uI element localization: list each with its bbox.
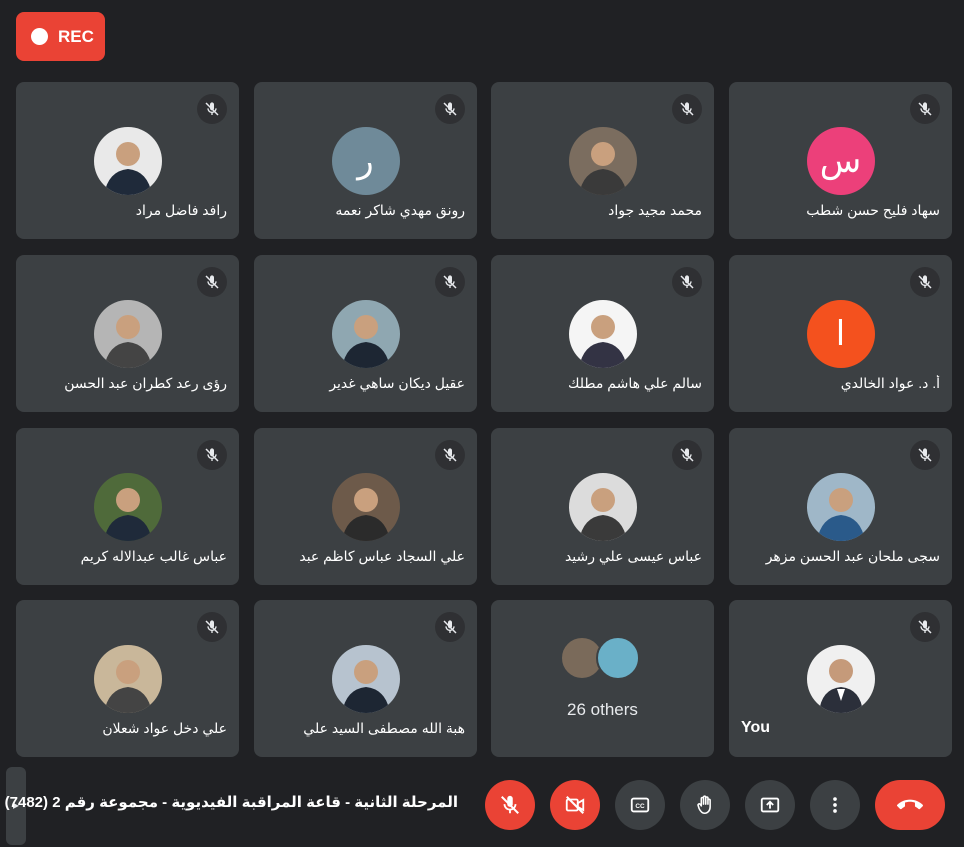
participant-tile[interactable]: سالم علي هاشم مطلك [491,255,714,412]
participant-name: سالم علي هاشم مطلك [567,375,702,391]
avatar [93,127,162,195]
participant-name: محمد مجيد جواد [608,202,702,218]
avatar-letter: ا [835,315,846,353]
avatar-letter: ر [357,142,374,180]
mic-muted-icon [435,612,465,642]
record-dot-icon [31,28,48,45]
participant-name: أ. د. عواد الخالدي [840,375,940,391]
call-end-icon [897,799,923,810]
present-screen-icon [760,797,780,813]
avatar [568,473,637,541]
mic-muted-icon [197,612,227,642]
mic-muted-icon [435,267,465,297]
avatar [806,473,875,541]
avatar [806,645,875,713]
mic-muted-icon [910,612,940,642]
mic-muted-icon [910,440,940,470]
participant-tile[interactable]: عباس عيسى علي رشيد [491,428,714,585]
avatar [331,300,400,368]
others-avatar-stack [558,636,648,682]
participant-name: عقيل ديكان ساهي غدير [329,375,465,391]
bottom-bar: ▸ المرحلة الثانية - قاعة المراقبة الفيدي… [0,765,964,847]
participant-name: رؤى رعد كطران عبد الحسن [64,375,227,391]
avatar [93,473,162,541]
raise-hand-icon [697,795,711,815]
mic-toggle-button[interactable] [485,780,535,830]
avatar [93,645,162,713]
mic-muted-icon [197,440,227,470]
participant-name: سجى ملحان عبد الحسن مزهر [765,548,940,564]
participant-tile[interactable]: عباس غالب عبدالاله كريم [16,428,239,585]
avatar [595,636,640,680]
participant-tile[interactable]: علي دخل عواد شعلان [16,600,239,757]
participant-name: عباس غالب عبدالاله كريم [80,548,227,564]
participant-tile[interactable]: رافد فاضل مراد [16,82,239,239]
participant-tile[interactable]: س سهاد فليح حسن شطب [729,82,952,239]
avatar [331,645,400,713]
others-count-label: 26 others [567,700,638,719]
participant-tile[interactable]: سجى ملحان عبد الحسن مزهر [729,428,952,585]
self-name: You [741,719,771,736]
participant-tile[interactable]: عقيل ديكان ساهي غدير [254,255,477,412]
avatar: س [806,127,875,195]
participant-tile[interactable]: ا أ. د. عواد الخالدي [729,255,952,412]
avatar-letter: س [819,142,862,180]
avatar: ا [806,300,875,368]
avatar [568,127,637,195]
avatar [568,300,637,368]
more-vert-icon [833,797,837,813]
mic-muted-icon [435,440,465,470]
present-button[interactable] [745,780,795,830]
participant-tile[interactable]: علي السجاد عباس كاظم عبد [254,428,477,585]
self-tile[interactable]: You [729,600,952,757]
mic-muted-icon [197,267,227,297]
participant-name: رونق مهدي شاكر نعمه [335,202,465,218]
participant-tile[interactable]: هبة الله مصطفى السيد علي [254,600,477,757]
meeting-title: المرحلة الثانية - قاعة المراقبة الفيديوي… [4,794,458,811]
avatar [93,300,162,368]
mic-muted-icon [910,267,940,297]
recording-indicator: REC [16,12,105,61]
mic-muted-icon [197,94,227,124]
participant-name: عباس عيسى علي رشيد [564,548,702,564]
more-options-button[interactable] [810,780,860,830]
closed-captions-icon: CC [630,797,650,813]
svg-text:CC: CC [635,803,645,810]
participant-name: سهاد فليح حسن شطب [806,202,940,218]
participant-tile[interactable]: رؤى رعد كطران عبد الحسن [16,255,239,412]
participant-name: علي دخل عواد شعلان [102,720,227,736]
avatar [331,473,400,541]
participant-tile[interactable]: ر رونق مهدي شاكر نعمه [254,82,477,239]
mic-muted-icon [910,94,940,124]
participant-tile[interactable]: محمد مجيد جواد [491,82,714,239]
captions-button[interactable]: CC [615,780,665,830]
recording-label: REC [58,26,94,46]
mic-muted-icon [672,267,702,297]
mic-muted-icon [435,94,465,124]
leave-call-button[interactable] [875,780,945,830]
mic-muted-icon [672,440,702,470]
participant-name: رافد فاضل مراد [135,202,227,218]
raise-hand-button[interactable] [680,780,730,830]
participant-name: هبة الله مصطفى السيد علي [303,720,465,736]
camera-toggle-button[interactable] [550,780,600,830]
participant-name: علي السجاد عباس كاظم عبد [299,548,465,564]
others-tile[interactable]: 26 others [491,600,714,757]
mic-off-icon [501,795,519,814]
mic-muted-icon [672,94,702,124]
avatar: ر [331,127,400,195]
videocam-off-icon [565,796,585,814]
